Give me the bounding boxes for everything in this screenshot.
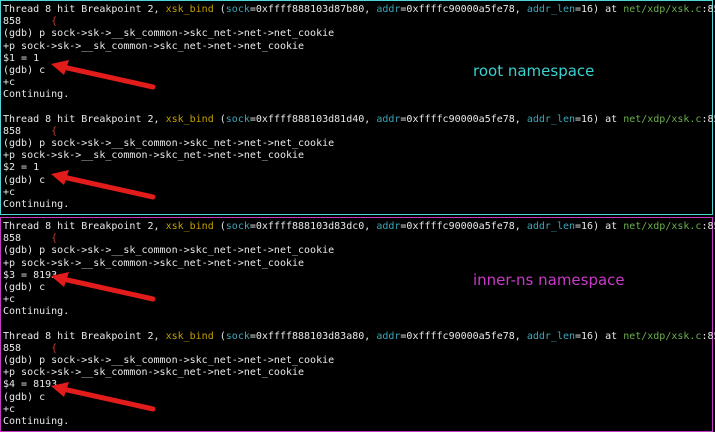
source-line: 858 {: [3, 16, 715, 28]
red-arrow-annotation: [51, 60, 156, 90]
arg-name: addr: [376, 113, 401, 125]
gdb-command-line: (gdb) p sock->sk->__sk_common->skc_net->…: [3, 28, 335, 40]
arg-value: =0xffff888103d87b80,: [249, 4, 377, 15]
arg-name: addr_len: [526, 113, 576, 125]
at-text: at: [605, 4, 624, 15]
arg-value: =0xffff888103d83a80,: [249, 330, 377, 342]
namespace-label: inner-ns namespace: [473, 271, 625, 289]
function-name: xsk_bind: [165, 4, 214, 15]
source-line-number: 858: [3, 125, 22, 137]
source-file-path: net/xdp/xsk.c: [623, 4, 702, 15]
hit-text: Thread 8 hit Breakpoint 2,: [3, 113, 166, 125]
gdb-echo-line: +p sock->sk->__sk_common->skc_net->net->…: [3, 257, 305, 269]
punct: (: [213, 4, 226, 15]
function-name: xsk_bind: [165, 330, 214, 342]
line-number: :858: [701, 221, 715, 232]
source-line-number: 858: [3, 233, 22, 245]
source-file-path: net/xdp/xsk.c: [623, 113, 702, 125]
breakpoint-hit-line: Thread 8 hit Breakpoint 2, xsk_bind (soc…: [3, 4, 715, 16]
arg-name: sock: [225, 330, 250, 342]
red-arrow-annotation: [51, 382, 156, 412]
continuing-line: Continuing.: [3, 306, 70, 318]
arg-value: =0xffffc90000a5fe78,: [400, 221, 527, 232]
line-number: :858: [701, 113, 715, 125]
arg-value: =16): [575, 113, 606, 125]
source-file-path: net/xdp/xsk.c: [623, 330, 702, 342]
source-brace: {: [51, 342, 58, 354]
source-line-number: 858: [3, 16, 22, 28]
hit-text: Thread 8 hit Breakpoint 2,: [3, 221, 166, 232]
source-brace: {: [51, 125, 58, 137]
punct: (: [213, 113, 226, 125]
gdb-command-line: (gdb) p sock->sk->__sk_common->skc_net->…: [3, 355, 335, 367]
arg-value: =16): [575, 4, 606, 15]
source-file-path: net/xdp/xsk.c: [623, 221, 702, 232]
gdb-echo-line: +p sock->sk->__sk_common->skc_net->net->…: [3, 150, 305, 162]
arg-name: addr: [376, 330, 401, 342]
arg-name: sock: [225, 4, 250, 15]
arg-name: sock: [225, 221, 250, 232]
breakpoint-hit-line: Thread 8 hit Breakpoint 2, xsk_bind (soc…: [3, 221, 715, 233]
continuing-line: Continuing.: [3, 416, 70, 427]
function-name: xsk_bind: [165, 113, 214, 125]
breakpoint-hit-line: Thread 8 hit Breakpoint 2, xsk_bind (soc…: [3, 331, 715, 343]
namespace-label: root namespace: [473, 62, 595, 80]
source-brace: {: [51, 16, 58, 28]
arg-name: sock: [225, 113, 250, 125]
root-namespace-panel: Thread 8 hit Breakpoint 2, xsk_bind (soc…: [0, 0, 715, 215]
function-name: xsk_bind: [165, 221, 214, 232]
arg-value: =16): [575, 221, 606, 232]
arg-value: =16): [575, 330, 606, 342]
punct: (: [213, 330, 226, 342]
line-number: :858: [701, 330, 715, 342]
at-text: at: [605, 113, 624, 125]
source-line: 858 {: [3, 233, 715, 245]
arg-name: addr_len: [526, 330, 576, 342]
inner-ns-namespace-panel: Thread 8 hit Breakpoint 2, xsk_bind (soc…: [0, 217, 715, 432]
gdb-terminal[interactable]: Thread 8 hit Breakpoint 2, xsk_bind (soc…: [0, 0, 715, 432]
source-brace: {: [51, 233, 58, 245]
arg-name: addr_len: [526, 221, 576, 232]
arg-name: addr_len: [526, 4, 576, 15]
source-line: 858 {: [3, 343, 715, 355]
gdb-echo-line: +p sock->sk->__sk_common->skc_net->net->…: [3, 367, 305, 379]
arg-value: =0xffffc90000a5fe78,: [400, 4, 527, 15]
arg-name: addr: [376, 4, 401, 15]
hit-text: Thread 8 hit Breakpoint 2,: [3, 4, 166, 15]
arg-value: =0xffffc90000a5fe78,: [400, 113, 527, 125]
arg-value: =0xffff888103d81d40,: [249, 113, 377, 125]
arg-name: addr: [376, 221, 401, 232]
source-line: 858 {: [3, 126, 715, 138]
hit-text: Thread 8 hit Breakpoint 2,: [3, 330, 166, 342]
at-text: at: [605, 221, 624, 232]
arg-value: =0xffff888103d83dc0,: [249, 221, 377, 232]
punct: (: [213, 221, 226, 232]
arg-value: =0xffffc90000a5fe78,: [400, 330, 527, 342]
gdb-echo-line: +p sock->sk->__sk_common->skc_net->net->…: [3, 40, 305, 52]
source-line-number: 858: [3, 342, 22, 354]
gdb-command-line: (gdb) p sock->sk->__sk_common->skc_net->…: [3, 245, 335, 257]
red-arrow-annotation: [51, 170, 156, 200]
red-arrow-annotation: [51, 272, 156, 302]
at-text: at: [605, 330, 624, 342]
gdb-command-line: (gdb) p sock->sk->__sk_common->skc_net->…: [3, 138, 335, 150]
breakpoint-hit-line: Thread 8 hit Breakpoint 2, xsk_bind (soc…: [3, 114, 715, 126]
line-number: :858: [701, 4, 715, 15]
